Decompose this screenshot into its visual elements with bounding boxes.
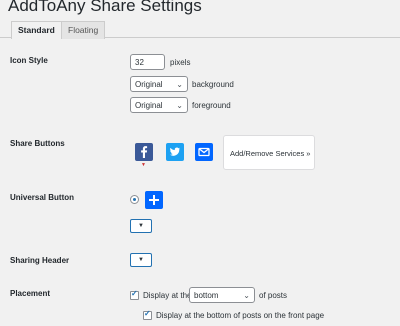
sharing-header-label: Sharing Header [10, 256, 70, 265]
icon-size-value: 32 [135, 58, 144, 67]
twitter-icon[interactable] [166, 143, 184, 161]
position-select[interactable]: bottom ⌄ [189, 287, 255, 303]
front-page-label: Display at the bottom of posts on the fr… [156, 311, 325, 320]
position-select-value: bottom [194, 291, 219, 300]
icon-style-label: Icon Style [10, 56, 48, 65]
chevron-down-icon: ⌄ [176, 80, 183, 89]
foreground-select-value: Original [135, 101, 163, 110]
chevron-down-icon: ⌄ [176, 101, 183, 110]
checkmark-icon: ✓ [144, 309, 151, 318]
email-icon[interactable] [195, 143, 213, 161]
facebook-icon[interactable] [135, 143, 153, 161]
caret-down-icon: ▼ [138, 257, 144, 263]
background-select-value: Original [135, 80, 163, 89]
icon-size-input[interactable]: 32 [130, 54, 165, 70]
universal-button-dropdown[interactable]: ▼ [130, 219, 152, 233]
sharing-header-dropdown[interactable]: ▼ [130, 253, 152, 267]
icon-size-suffix: pixels [170, 58, 191, 67]
placement-label: Placement [10, 289, 51, 298]
radio-selected-dot [133, 198, 136, 201]
display-prefix: Display at the [143, 291, 192, 300]
front-page-checkbox[interactable]: ✓ [143, 309, 152, 320]
universal-button-radio[interactable] [130, 195, 139, 204]
page-title: AddToAny Share Settings [8, 0, 202, 15]
display-position-checkbox[interactable]: ✓ [130, 289, 139, 300]
caret-down-icon: ▼ [138, 223, 144, 229]
checkmark-icon: ✓ [131, 289, 138, 298]
foreground-select[interactable]: Original ⌄ [130, 97, 188, 113]
add-remove-services-label: Add/Remove Services » [230, 149, 311, 158]
universal-button-label: Universal Button [10, 193, 75, 202]
display-suffix: of posts [259, 291, 288, 300]
share-buttons-label: Share Buttons [10, 139, 65, 148]
background-select[interactable]: Original ⌄ [130, 76, 188, 92]
chevron-down-icon: ⌄ [243, 291, 250, 300]
add-remove-services-button[interactable]: Add/Remove Services » [223, 135, 315, 170]
background-suffix: background [192, 80, 234, 89]
tab-standard[interactable]: Standard [11, 21, 62, 39]
tab-floating[interactable]: Floating [61, 21, 106, 39]
plus-icon[interactable] [145, 191, 163, 209]
foreground-suffix: foreground [192, 101, 231, 110]
drag-indicator-icon: ▼ [141, 162, 146, 168]
